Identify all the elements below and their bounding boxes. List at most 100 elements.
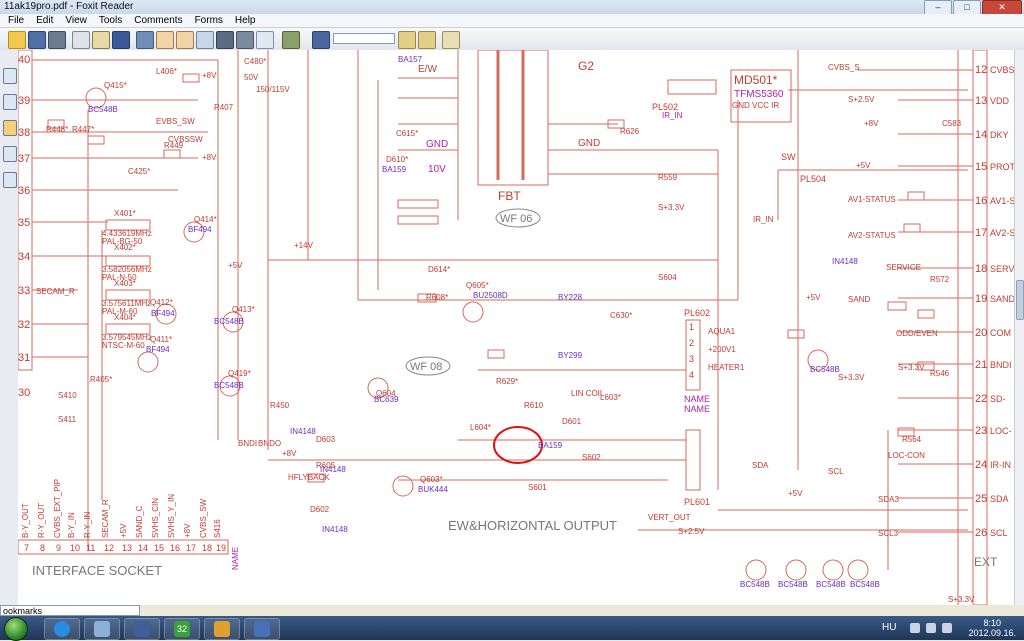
facebook-icon[interactable] xyxy=(112,31,130,49)
part-l604: L604* xyxy=(470,423,491,432)
part-bf494: BF494 xyxy=(146,345,170,354)
right-signal: SAND xyxy=(990,294,1014,304)
label-vert-out: VERT_OUT xyxy=(648,513,691,522)
iface-signal: B-Y_OUT xyxy=(21,503,30,538)
iface-signal: SECAM_R xyxy=(101,499,110,538)
label-service: SERVICE xyxy=(886,263,921,272)
scrollbar-thumb[interactable] xyxy=(1016,280,1024,320)
ie-icon[interactable] xyxy=(44,618,80,640)
part-d614: D614* xyxy=(428,265,450,274)
bookmarks-icon[interactable] xyxy=(3,94,17,110)
part-bc548b: BC548B xyxy=(740,580,770,589)
label-gndvcc: GND VCC IR xyxy=(732,101,779,110)
iface-signal: +5V xyxy=(119,523,128,538)
toolbar xyxy=(0,28,1024,51)
part-supply: S+3.3V xyxy=(898,363,925,372)
draw-icon[interactable] xyxy=(204,618,240,640)
foxit-icon[interactable] xyxy=(244,618,280,640)
open-icon[interactable] xyxy=(8,31,26,49)
save-as-icon[interactable] xyxy=(48,31,66,49)
menu-comments[interactable]: Comments xyxy=(134,14,182,27)
close-button[interactable]: ✕ xyxy=(982,0,1022,15)
part-xtal-std: PAL-N-50 xyxy=(102,273,137,282)
iface-signal: SVHS_Y_IN xyxy=(167,494,176,538)
iface-pin: 19 xyxy=(216,543,226,553)
volume-icon[interactable] xyxy=(926,623,936,633)
right-pin: 20 xyxy=(975,327,987,339)
typewriter-icon[interactable] xyxy=(282,31,300,49)
save-icon[interactable] xyxy=(28,31,46,49)
part-xtal-std: NTSC-M-60 xyxy=(102,341,145,350)
hand-tool-icon[interactable] xyxy=(156,31,174,49)
highlight-icon[interactable] xyxy=(442,31,460,49)
iface-signal: SVHS_CIN xyxy=(151,498,160,538)
part-xtal-std: PAL-BG-50 xyxy=(102,237,143,246)
iface-signal: NAME xyxy=(231,547,240,570)
part-s411: S411 xyxy=(58,415,77,424)
network-icon[interactable] xyxy=(84,618,120,640)
select-tool-icon[interactable] xyxy=(196,31,214,49)
right-pin: 24 xyxy=(975,459,987,471)
part-r629: R629* xyxy=(496,377,518,386)
search-input[interactable] xyxy=(333,33,395,44)
save-icon[interactable] xyxy=(124,618,160,640)
part-supply: S+2.5V xyxy=(678,527,705,536)
maximize-button[interactable]: □ xyxy=(953,0,981,15)
left-pin: 34 xyxy=(18,251,30,263)
bookmarks-tab[interactable]: ookmarks xyxy=(0,605,140,616)
find-next-icon[interactable] xyxy=(418,31,436,49)
label-fbt: FBT xyxy=(498,189,521,203)
menu-view[interactable]: View xyxy=(65,14,87,27)
hand-tool-alt-icon[interactable] xyxy=(176,31,194,49)
right-signal: DKY xyxy=(990,130,1009,140)
comments-icon[interactable] xyxy=(3,120,17,136)
calendar-icon[interactable]: 32 xyxy=(164,618,200,640)
attachments-icon[interactable] xyxy=(3,146,17,162)
start-button[interactable] xyxy=(4,617,28,641)
label-sw: SW xyxy=(781,152,796,162)
minimize-button[interactable]: – xyxy=(924,0,952,15)
part-r546: R546 xyxy=(930,369,950,378)
print-icon[interactable] xyxy=(72,31,90,49)
clock[interactable]: 8:10 2012.09.16. xyxy=(968,618,1016,638)
pl602-pin: 1 xyxy=(689,322,694,332)
fit-page-icon[interactable] xyxy=(136,31,154,49)
pages-icon[interactable] xyxy=(3,68,17,84)
find-prev-icon[interactable] xyxy=(398,31,416,49)
part-c583: C583 xyxy=(942,119,962,128)
right-signal: SD- xyxy=(990,394,1006,404)
email-icon[interactable] xyxy=(92,31,110,49)
part-q412: Q412* xyxy=(150,298,173,307)
iface-pin: 17 xyxy=(186,543,196,553)
label-pl602: PL602 xyxy=(684,308,710,318)
left-pin: 40 xyxy=(18,54,30,66)
find-icon[interactable] xyxy=(312,31,330,49)
layers-icon[interactable] xyxy=(3,172,17,188)
tray-up-icon[interactable] xyxy=(910,623,920,633)
part-s602: S602 xyxy=(582,453,601,462)
menu-edit[interactable]: Edit xyxy=(36,14,53,27)
part-d603: D603 xyxy=(316,435,336,444)
camera-icon[interactable] xyxy=(236,31,254,49)
part-ba159: BA159 xyxy=(382,165,407,174)
part-c630: C630* xyxy=(610,311,632,320)
network-tray-icon[interactable] xyxy=(942,623,952,633)
iface-signal: S416 xyxy=(213,519,222,538)
part-supply: +5V xyxy=(228,261,243,270)
vertical-scrollbar[interactable] xyxy=(1014,50,1024,605)
menu-file[interactable]: File xyxy=(8,14,24,27)
zoom-icon[interactable] xyxy=(256,31,274,49)
part-in4148: IN4148 xyxy=(832,257,858,266)
language-indicator[interactable]: HU xyxy=(882,622,896,633)
snapshot-icon[interactable] xyxy=(216,31,234,49)
part-ba159: BA159 xyxy=(538,441,563,450)
menu-forms[interactable]: Forms xyxy=(195,14,223,27)
menu-tools[interactable]: Tools xyxy=(99,14,122,27)
part-c615: C615* xyxy=(396,129,418,138)
part-bc548b: BC548B xyxy=(850,580,880,589)
part-by228: BY228 xyxy=(558,293,583,302)
document-view[interactable]: 40 39 38 37 36 35 34 33 32 31 30 12 13 1… xyxy=(18,50,1014,605)
menu-help[interactable]: Help xyxy=(235,14,256,27)
iface-pin: 7 xyxy=(24,543,29,553)
label-pl601: PL601 xyxy=(684,497,710,507)
